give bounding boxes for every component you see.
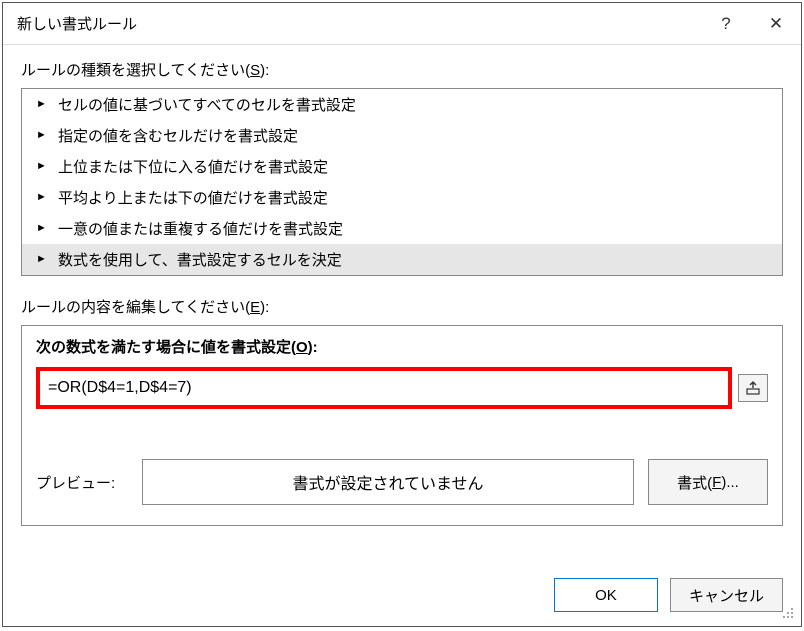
button-hotkey: F — [712, 474, 721, 491]
rule-item-contains[interactable]: ► 指定の値を含むセルだけを書式設定 — [22, 120, 782, 151]
cancel-button[interactable]: キャンセル — [670, 578, 783, 612]
formula-input[interactable] — [42, 373, 726, 403]
dialog-content: ルールの種類を選択してください(S): ► セルの値に基づいてすべてのセルを書式… — [3, 45, 801, 566]
range-select-icon — [745, 380, 761, 396]
rule-type-list[interactable]: ► セルの値に基づいてすべてのセルを書式設定 ► 指定の値を含むセルだけを書式設… — [21, 88, 783, 276]
rule-type-label: ルールの種類を選択してください(S): — [21, 59, 783, 80]
rule-item-label: 一意の値または重複する値だけを書式設定 — [58, 218, 343, 239]
rule-item-label: 平均より上または下の値だけを書式設定 — [58, 187, 328, 208]
help-button[interactable]: ? — [701, 3, 751, 45]
rule-content-box: 次の数式を満たす場合に値を書式設定(O): プレビュー: — [21, 325, 783, 526]
bullet-icon: ► — [36, 223, 52, 234]
rule-content-label: ルールの内容を編集してください(E): — [21, 296, 783, 317]
preview-text: 書式が設定されていません — [292, 470, 483, 494]
bullet-icon: ► — [36, 130, 52, 141]
bullet-icon: ► — [36, 254, 52, 265]
collapse-dialog-button[interactable] — [738, 374, 768, 402]
rule-item-unique-duplicate[interactable]: ► 一意の値または重複する値だけを書式設定 — [22, 213, 782, 244]
format-button[interactable]: 書式(F)... — [648, 459, 768, 505]
label-text: ルールの内容を編集してください( — [21, 299, 250, 316]
rule-item-above-below-avg[interactable]: ► 平均より上または下の値だけを書式設定 — [22, 182, 782, 213]
heading-text: 次の数式を満たす場合に値を書式設定( — [36, 339, 296, 356]
label-hotkey: E — [250, 299, 260, 316]
bullet-icon: ► — [36, 161, 52, 172]
label-text-end: ): — [260, 299, 269, 316]
rule-item-all-cells[interactable]: ► セルの値に基づいてすべてのセルを書式設定 — [22, 89, 782, 120]
button-text-end: )... — [721, 474, 739, 491]
rule-item-label: 上位または下位に入る値だけを書式設定 — [58, 156, 328, 177]
preview-label: プレビュー: — [36, 472, 128, 493]
dialog-button-row: OK キャンセル — [3, 566, 801, 626]
rule-item-top-bottom[interactable]: ► 上位または下位に入る値だけを書式設定 — [22, 151, 782, 182]
formula-highlight — [36, 367, 732, 409]
preview-row: プレビュー: 書式が設定されていません 書式(F)... — [36, 459, 768, 505]
formula-heading: 次の数式を満たす場合に値を書式設定(O): — [36, 336, 768, 357]
dialog-title: 新しい書式ルール — [17, 13, 701, 34]
rule-item-label: 数式を使用して、書式設定するセルを決定 — [58, 249, 342, 270]
titlebar: 新しい書式ルール ? ✕ — [3, 3, 801, 45]
formula-row — [36, 367, 768, 409]
new-format-rule-dialog: 新しい書式ルール ? ✕ ルールの種類を選択してください(S): ► セルの値に… — [2, 2, 802, 627]
label-hotkey: S — [250, 62, 260, 79]
resize-grip-icon[interactable] — [781, 606, 795, 620]
bullet-icon: ► — [36, 192, 52, 203]
close-button[interactable]: ✕ — [751, 3, 801, 45]
rule-item-use-formula[interactable]: ► 数式を使用して、書式設定するセルを決定 — [22, 244, 782, 275]
bullet-icon: ► — [36, 99, 52, 110]
ok-button[interactable]: OK — [554, 578, 658, 612]
heading-hotkey: O — [296, 339, 308, 356]
heading-text-end: ): — [308, 339, 318, 356]
preview-box: 書式が設定されていません — [142, 459, 634, 505]
rule-item-label: セルの値に基づいてすべてのセルを書式設定 — [58, 94, 356, 115]
label-text: ルールの種類を選択してください( — [21, 62, 250, 79]
label-text-end: ): — [260, 62, 269, 79]
rule-content-section: ルールの内容を編集してください(E): 次の数式を満たす場合に値を書式設定(O)… — [21, 296, 783, 526]
rule-item-label: 指定の値を含むセルだけを書式設定 — [58, 125, 298, 146]
button-text: 書式( — [677, 472, 712, 493]
